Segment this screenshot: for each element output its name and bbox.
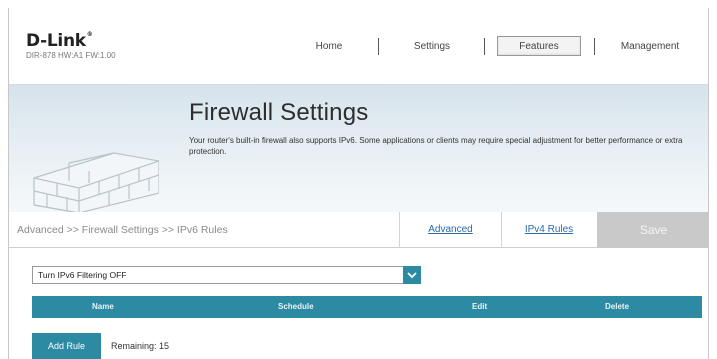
page-banner: Firewall Settings Your router's built-in…: [9, 84, 708, 213]
page-title: Firewall Settings: [189, 99, 369, 126]
ipv4-rules-link[interactable]: IPv4 Rules: [501, 212, 596, 248]
brick-wall-icon: [33, 152, 159, 213]
column-schedule: Schedule: [278, 302, 314, 311]
nav-management[interactable]: Management: [613, 41, 687, 52]
header: D-Link® DIR-878 HW:A1 FW:1.00 Home Setti…: [9, 8, 708, 84]
column-delete: Delete: [605, 302, 630, 311]
breadcrumb-bar: Advanced >> Firewall Settings >> IPv6 Ru…: [9, 212, 708, 248]
remaining-count: Remaining: 15: [111, 341, 170, 351]
column-edit: Edit: [472, 302, 488, 311]
nav-settings[interactable]: Settings: [407, 41, 457, 52]
nav-home[interactable]: Home: [305, 41, 353, 52]
router-page: D-Link® DIR-878 HW:A1 FW:1.00 Home Setti…: [8, 8, 709, 359]
main-nav: Home Settings Features Management: [9, 8, 708, 84]
advanced-link[interactable]: Advanced: [399, 212, 501, 248]
nav-divider: [378, 38, 379, 55]
chevron-down-icon[interactable]: [403, 266, 421, 284]
column-name: Name: [92, 302, 114, 311]
ipv6-filter-select[interactable]: Turn IPv6 Filtering OFF: [32, 266, 421, 284]
ipv6-filter-value: Turn IPv6 Filtering OFF: [38, 270, 127, 280]
save-button[interactable]: Save: [597, 212, 708, 248]
rules-content: Turn IPv6 Filtering OFF Name Schedule Ed…: [9, 248, 708, 359]
nav-divider: [594, 38, 595, 55]
nav-divider: [484, 38, 485, 55]
breadcrumb: Advanced >> Firewall Settings >> IPv6 Ru…: [17, 224, 228, 236]
add-rule-button[interactable]: Add Rule: [32, 333, 101, 359]
nav-features[interactable]: Features: [497, 41, 581, 52]
page-description: Your router's built-in firewall also sup…: [189, 136, 683, 156]
rules-table-header: Name Schedule Edit Delete: [32, 296, 702, 318]
